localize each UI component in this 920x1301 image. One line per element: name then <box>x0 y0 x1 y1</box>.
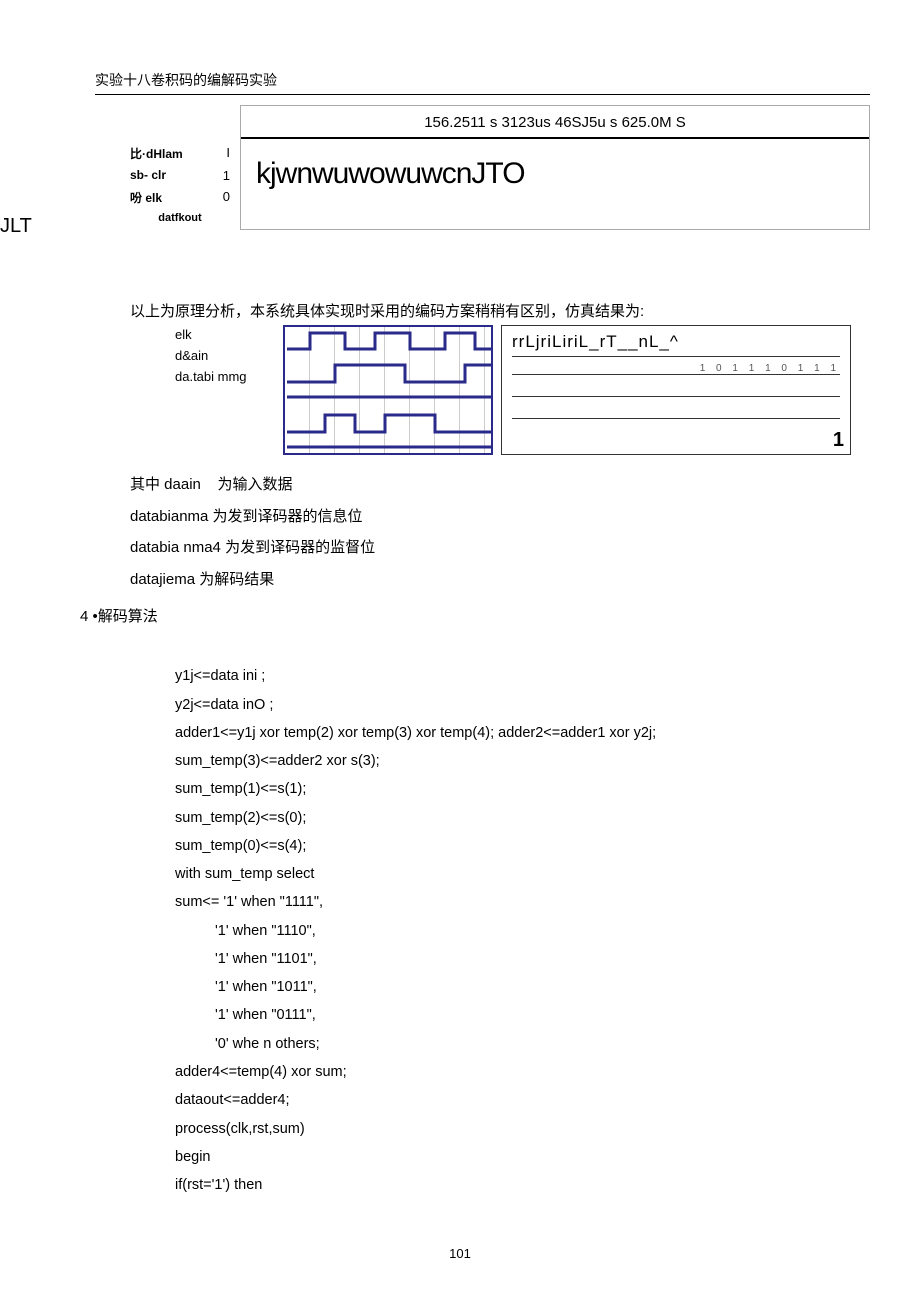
side-label: JLT <box>0 215 32 238</box>
code-line: sum_temp(2)<=s(0); <box>175 810 306 826</box>
sig-label: da.tabi mmg <box>175 369 275 384</box>
code-line: '1' when "1011", <box>175 973 870 1001</box>
algorithm-header: 4 •解码算法 <box>80 605 870 626</box>
code-block: y1j<=data ini ; y2j<=data inO ; adder1<=… <box>175 634 870 1199</box>
table-row <box>512 374 840 396</box>
simulation-panel-2: elk d&ain da.tabi mmg rrLjriLiriL_rT__nL… <box>175 325 870 455</box>
sig-value: I <box>226 145 230 162</box>
code-line: '1' when "1110", <box>175 917 870 945</box>
waveform-text: kjwnwuwowuwcnJTO <box>241 137 869 191</box>
sig-label: 吩 elk <box>130 189 162 206</box>
code-line: y1j<=data ini ; <box>175 668 265 684</box>
waveform-svg <box>285 327 491 453</box>
description-block: 其中 daain 为输入数据 databianma 为发到译码器的信息位 dat… <box>130 469 870 595</box>
wave-text: rrLjriLiriL_rT__nL_^ <box>512 332 840 357</box>
page-header: 实验十八卷积码的编解码实验 <box>95 70 870 95</box>
sig-label: sb- clr <box>130 168 166 183</box>
bit-values: 1 0 1 1 1 0 1 1 1 <box>512 363 840 374</box>
code-line: adder1<=y1j xor temp(2) xor temp(3) xor … <box>175 725 656 741</box>
value-one: 1 <box>833 429 844 452</box>
code-line: sum<= '1' when "1111", <box>175 894 323 910</box>
desc-line: datajiema 为解码结果 <box>130 564 870 596</box>
code-line: if(rst='1') then <box>175 1177 262 1193</box>
code-line: adder4<=temp(4) xor sum; <box>175 1064 347 1080</box>
sig-label: elk <box>175 327 275 342</box>
code-line: sum_temp(0)<=s(4); <box>175 838 306 854</box>
code-line: '0' whe n others; <box>175 1030 870 1058</box>
table-row <box>512 418 840 440</box>
simulation-panel-1: 比·dHlam I sb- clr 1 吩 elk 0 datfkout 156… <box>90 105 870 230</box>
table-row <box>512 396 840 418</box>
waveform-pane-1: 156.2511 s 3123us 46SJ5u s 625.0M S kjwn… <box>240 105 870 230</box>
waveform-chart <box>283 325 493 455</box>
code-line: with sum_temp select <box>175 866 314 882</box>
desc-line: databia nma4 为发到译码器的监督位 <box>130 532 870 564</box>
intro-paragraph: 以上为原理分析，本系统具体实现时采用的编码方案稍稍有区别，仿真结果为: <box>130 300 870 321</box>
code-line: y2j<=data inO ; <box>175 697 273 713</box>
signal-labels-1: 比·dHlam I sb- clr 1 吩 elk 0 datfkout <box>90 105 230 230</box>
page-number: 101 <box>0 1246 920 1261</box>
code-line: process(clk,rst,sum) <box>175 1121 305 1137</box>
sig-label: datfkout <box>130 212 230 224</box>
signal-labels-2: elk d&ain da.tabi mmg <box>175 325 275 455</box>
code-line: sum_temp(3)<=adder2 xor s(3); <box>175 753 380 769</box>
sig-label: 比·dHlam <box>130 145 183 162</box>
code-line: '1' when "1101", <box>175 945 870 973</box>
code-line: begin <box>175 1149 210 1165</box>
waveform-data-table: rrLjriLiriL_rT__nL_^ 1 0 1 1 1 0 1 1 1 1 <box>501 325 851 455</box>
desc-line: 其中 daain 为输入数据 <box>130 469 870 501</box>
desc-line: databianma 为发到译码器的信息位 <box>130 501 870 533</box>
sig-value: 0 <box>223 189 230 206</box>
code-line: sum_temp(1)<=s(1); <box>175 781 306 797</box>
code-line: '1' when "0111", <box>175 1001 870 1029</box>
code-line: dataout<=adder4; <box>175 1092 290 1108</box>
timing-text: 156.2511 s 3123us 46SJ5u s 625.0M S <box>241 106 869 131</box>
sig-label: d&ain <box>175 348 275 363</box>
sig-value: 1 <box>223 168 230 183</box>
